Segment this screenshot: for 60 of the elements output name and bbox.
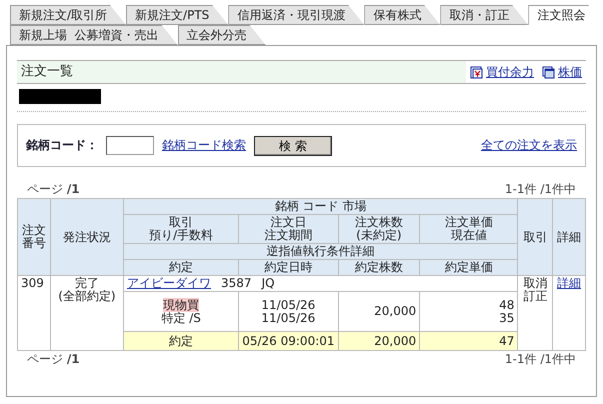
column-header: 注文期間 xyxy=(264,228,312,242)
tab[interactable]: 信用返済・現引現渡 xyxy=(228,5,364,25)
column-header: 約定株数 xyxy=(338,260,420,276)
column-header: 現在値 xyxy=(450,228,487,242)
column-header: 注文 xyxy=(22,223,46,237)
execution-time: 05/26 09:00:01 xyxy=(238,332,338,350)
header-link[interactable]: 株価 xyxy=(558,64,582,80)
order-date: 11/05/26 xyxy=(261,298,316,312)
tab[interactable]: 保有株式 xyxy=(364,5,440,25)
execution-price: 47 xyxy=(420,332,518,350)
stock-name-link[interactable]: アイビーダイワ xyxy=(127,277,212,290)
column-header: 約定日時 xyxy=(238,260,338,276)
tab[interactable]: 新規上場 公募増資・売出 xyxy=(10,25,178,45)
column-header: 取引 xyxy=(169,215,194,229)
execution-quantity: 20,000 xyxy=(338,332,420,350)
order-quantity: 20,000 xyxy=(338,292,420,332)
page-indicator: ページ /1 xyxy=(27,181,80,198)
tab[interactable]: 新規注文/取引所 xyxy=(10,5,126,25)
order-action: 取消 xyxy=(523,276,548,290)
column-header: 約定単価 xyxy=(420,260,518,276)
column-header: 詳細 xyxy=(552,198,586,276)
order-status: (全部約定) xyxy=(58,289,116,303)
column-header: 逆指値執行条件詳細 xyxy=(124,244,518,260)
field-label: 銘柄コード： xyxy=(26,137,98,154)
search-button[interactable]: 検 索 xyxy=(254,136,332,156)
order-price: 48 xyxy=(499,298,514,312)
order-period: 11/05/26 xyxy=(261,310,316,324)
stock-code: 3587 xyxy=(221,277,252,290)
show-all-link[interactable]: 全ての注文を表示 xyxy=(481,137,577,154)
column-header: 取引 xyxy=(518,198,553,276)
result-count: 1-1件 /1件中 xyxy=(504,351,576,367)
column-header: 銘柄 コード 市場 xyxy=(124,198,518,214)
page-title: 注文一覧 xyxy=(17,61,466,83)
current-price: 35 xyxy=(499,310,514,324)
execution-label: 約定 xyxy=(124,332,239,350)
market: JQ xyxy=(262,277,275,290)
tab[interactable]: 新規注文/PTS xyxy=(126,5,228,25)
page-indicator: ページ /1 xyxy=(27,351,80,367)
column-header: (未約定) xyxy=(356,228,402,242)
stock-code-field[interactable] xyxy=(106,136,154,155)
code-search-link[interactable]: 銘柄コード検索 xyxy=(162,137,246,154)
order-status: 完了 xyxy=(74,276,99,290)
detail-link[interactable]: 詳細 xyxy=(557,276,582,290)
column-header: 注文日 xyxy=(270,215,306,229)
result-count: 1-1件 /1件中 xyxy=(504,181,576,198)
tab[interactable]: 取消・訂正 xyxy=(440,5,528,25)
order-action: 訂正 xyxy=(523,289,548,303)
header-link[interactable]: 買付余力 xyxy=(486,64,534,80)
receipt-icon xyxy=(470,66,483,78)
column-header: 発注状況 xyxy=(50,198,124,276)
tab[interactable]: 立会外分売 xyxy=(178,25,266,45)
column-header: 約定 xyxy=(124,260,239,276)
column-header: 注文単価 xyxy=(444,215,493,229)
column-header: 注文株数 xyxy=(354,215,403,229)
account-type: 特定 /S xyxy=(161,310,201,324)
order-number: 309 xyxy=(18,276,50,350)
window-icon xyxy=(542,66,555,78)
trade-type-tag: 現物買 xyxy=(163,298,200,312)
column-header: 番号 xyxy=(22,236,46,250)
column-header: 預り/手数料 xyxy=(149,228,214,242)
